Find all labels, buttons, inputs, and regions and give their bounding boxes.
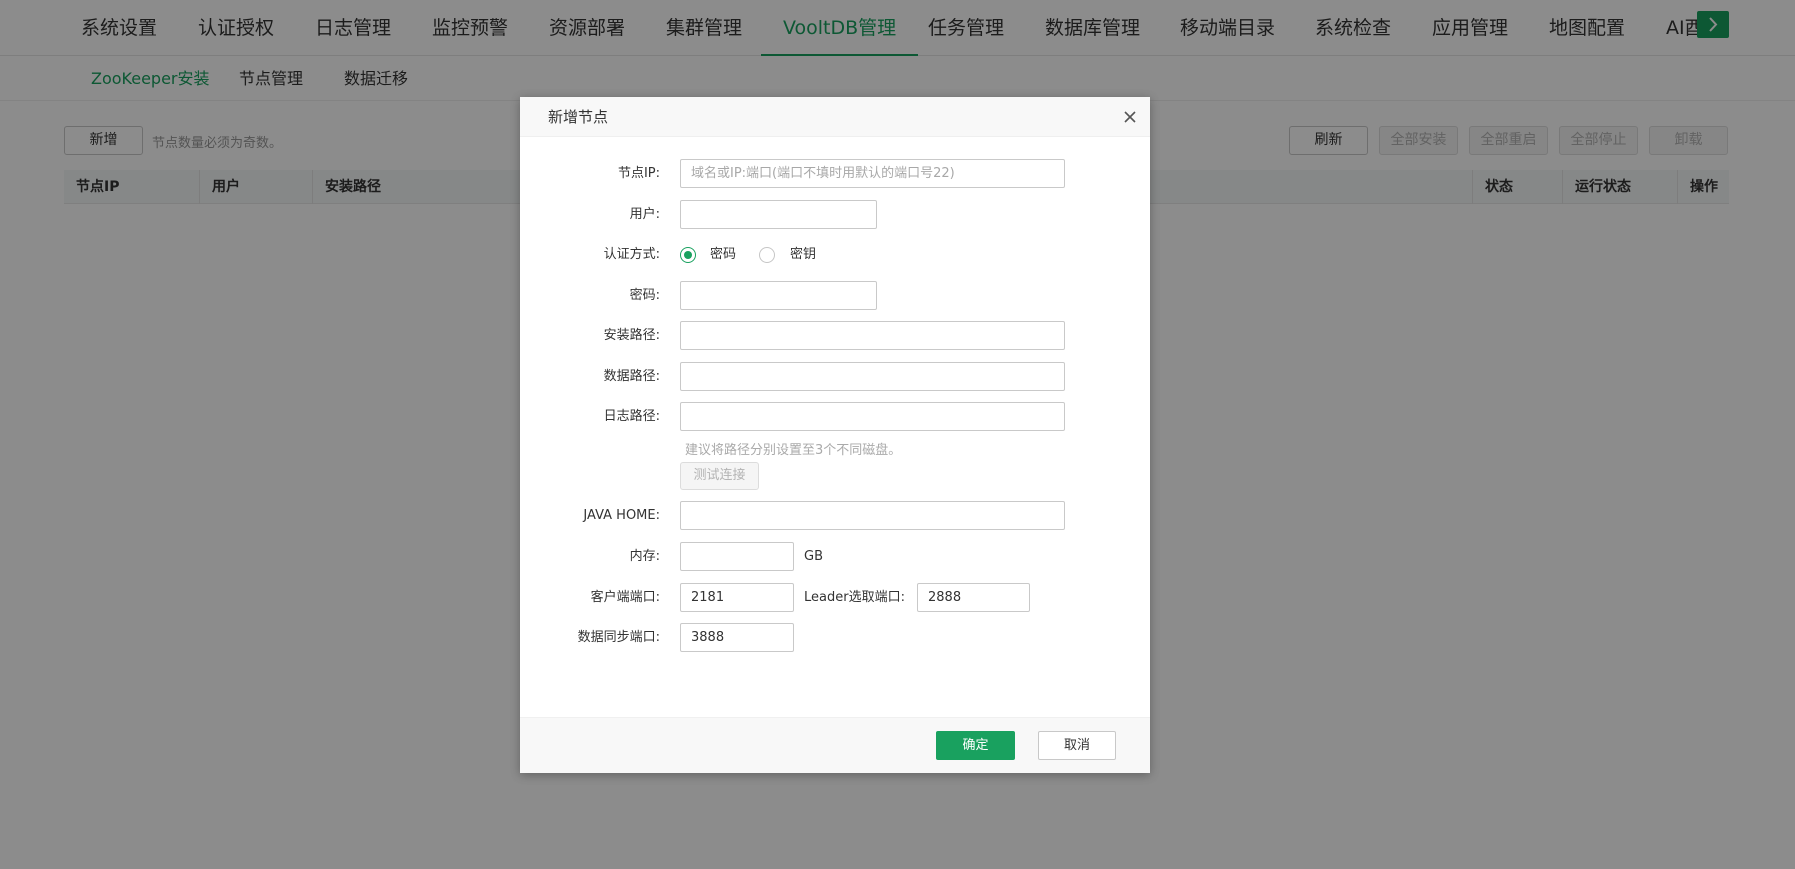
sync-port-label: 数据同步端口: [577,630,660,645]
leader-port-label: Leader选取端口: [804,590,905,605]
password-input[interactable] [680,281,877,310]
sync-port-input[interactable] [680,623,794,652]
install-path-label: 安装路径: [603,328,660,343]
java-home-input[interactable] [680,501,1065,530]
dialog-header: 新增节点 [520,97,1150,137]
dialog-title: 新增节点 [548,108,609,126]
client-port-label: 客户端端口: [590,590,660,605]
data-path-label: 数据路径: [603,369,660,384]
user-label: 用户: [629,207,660,222]
path-hint: 建议将路径分别设置至3个不同磁盘。 [685,443,902,458]
memory-label: 内存: [629,549,660,564]
test-connection-button[interactable]: 测试连接 [680,462,759,490]
leader-port-input[interactable] [917,583,1030,612]
install-path-input[interactable] [680,321,1065,350]
log-path-label: 日志路径: [603,409,660,424]
node-ip-label: 节点IP: [617,166,660,181]
auth-key-radio[interactable] [759,247,775,263]
auth-password-radio[interactable] [680,247,696,263]
java-home-label: JAVA HOME: [583,508,660,523]
memory-unit: GB [804,549,823,564]
auth-method-label: 认证方式: [603,247,660,262]
dialog-footer: 确定 取消 [520,717,1150,773]
user-input[interactable] [680,200,877,229]
data-path-input[interactable] [680,362,1065,391]
dialog-close-button[interactable] [1120,107,1140,127]
close-icon [1124,111,1136,123]
cancel-button[interactable]: 取消 [1038,731,1116,760]
password-label: 密码: [629,288,660,303]
log-path-input[interactable] [680,402,1065,431]
add-node-dialog: 新增节点 节点IP: 用户: 认证方式: 密码 密钥 密码: 安装路径: 数据路… [520,97,1150,773]
memory-input[interactable] [680,542,794,571]
auth-key-label[interactable]: 密钥 [790,246,816,264]
auth-password-label[interactable]: 密码 [710,246,736,264]
client-port-input[interactable] [680,583,794,612]
node-ip-input[interactable] [680,159,1065,188]
confirm-button[interactable]: 确定 [936,731,1015,760]
